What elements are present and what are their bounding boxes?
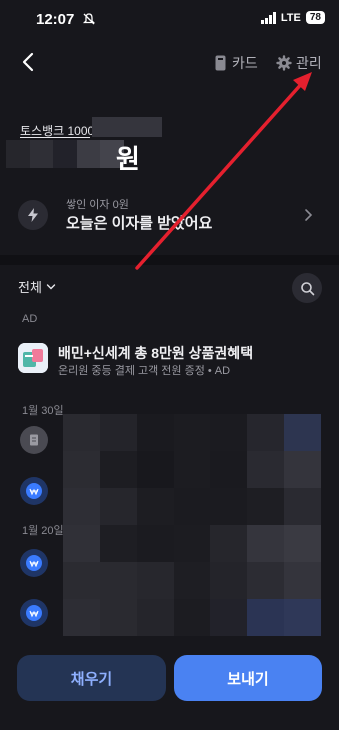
redacted-balance [6,140,124,168]
mute-icon [82,13,96,25]
ad-tag: AD [22,313,38,325]
card-button[interactable]: 카드 [215,53,258,73]
ad-thumbnail[interactable] [18,343,48,373]
signal-icon [260,11,276,24]
gear-icon [276,55,292,71]
manage-label: 관리 [296,55,322,71]
account-underline [20,137,90,138]
send-button[interactable]: 보내기 [174,655,322,701]
card-icon [215,55,226,71]
chevron-right-icon[interactable] [302,208,314,222]
ad-subtitle: 온리원 중등 결제 고객 전원 증정 • AD [58,365,231,377]
date-header: 1월 30일 [22,405,64,417]
filter-dropdown[interactable]: 전체 [18,277,56,296]
chevron-down-icon [46,283,56,289]
balance-unit: 원 [116,144,140,174]
won-icon [20,599,48,627]
status-indicators: LTE 78 [260,11,325,24]
receipt-icon [20,426,48,454]
won-icon [20,477,48,505]
status-time: 12:07 [36,11,75,28]
search-icon [300,281,314,295]
section-divider [0,255,339,265]
ad-title[interactable]: 배민+신세계 총 8만원 상품권혜택 [58,343,253,363]
search-button[interactable] [292,273,322,303]
card-label: 카드 [232,55,258,71]
back-icon[interactable] [14,48,42,76]
interest-message[interactable]: 오늘은 이자를 받았어요 [66,212,212,233]
redacted-account-number [92,117,162,137]
fill-button[interactable]: 채우기 [17,655,166,701]
manage-button[interactable]: 관리 [276,53,322,73]
won-icon [20,549,48,577]
filter-label: 전체 [18,280,42,295]
interest-accumulated: 쌓인 이자 0원 [66,199,129,211]
redacted-transactions [63,414,321,636]
date-header: 1월 20일 [22,525,64,537]
lightning-icon [18,200,48,230]
network-type: LTE [280,11,301,24]
battery-icon: 78 [305,11,325,24]
